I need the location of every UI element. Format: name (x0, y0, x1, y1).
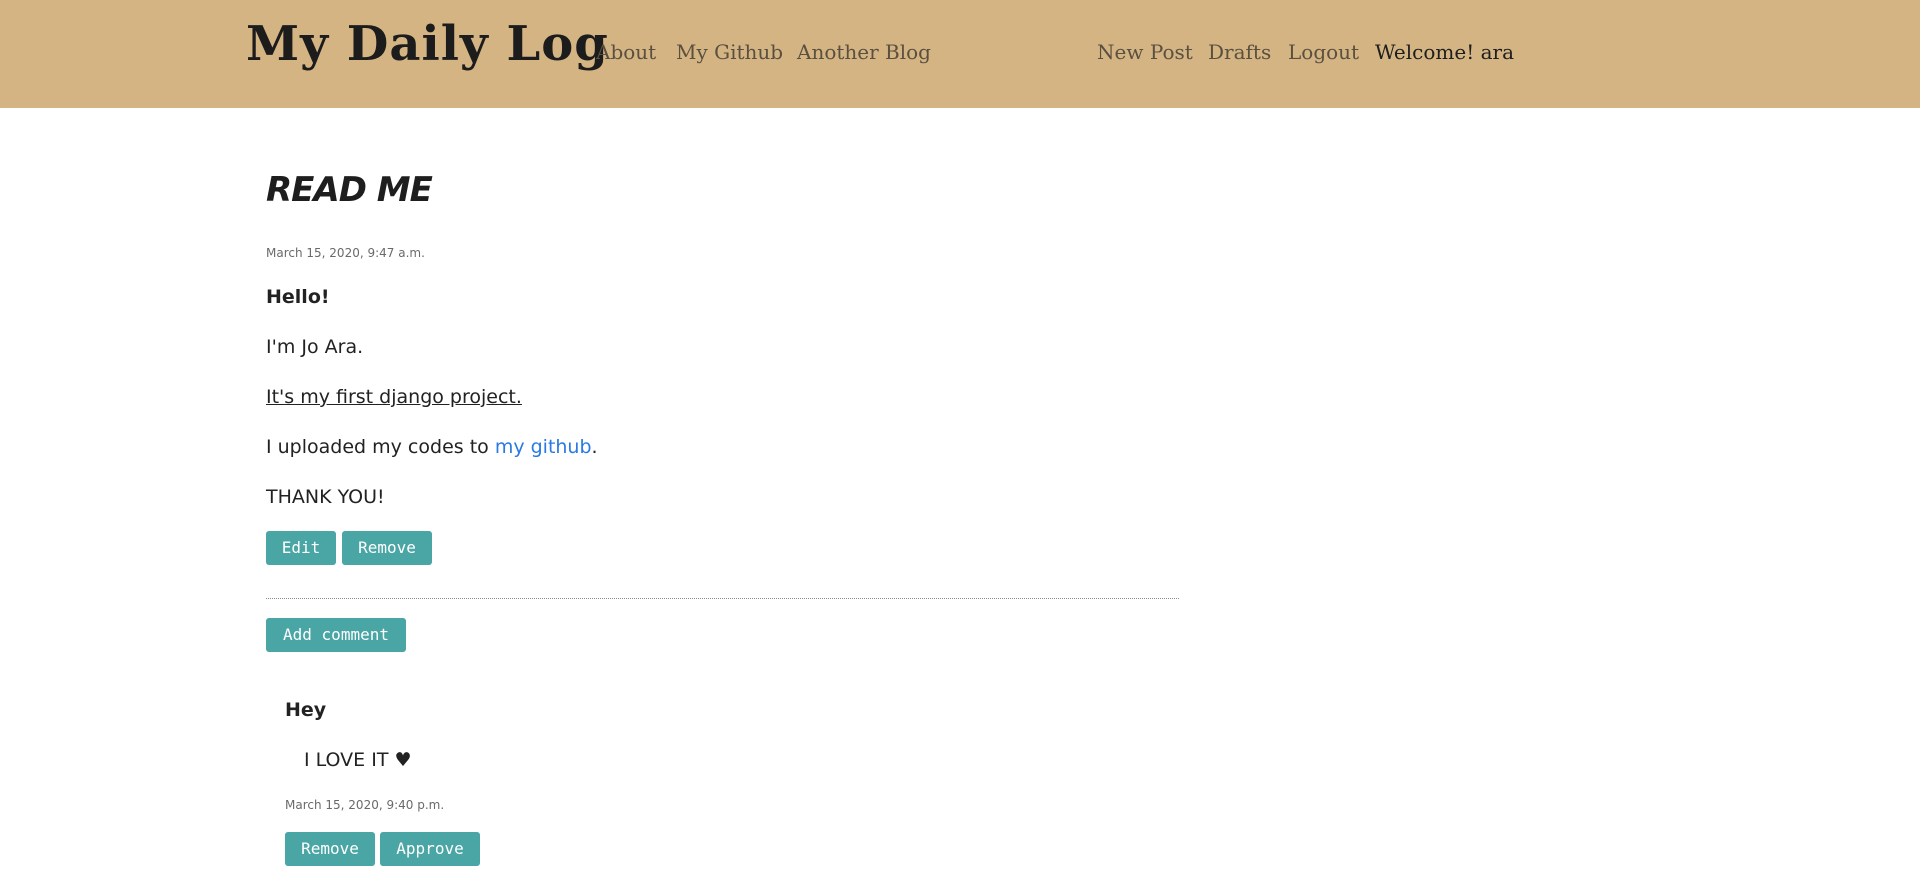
remove-post-button[interactable]: Remove (342, 531, 432, 565)
post-greeting: Hello! (266, 286, 330, 308)
welcome-user-text: Welcome! ara (1375, 40, 1515, 64)
remove-comment-button[interactable]: Remove (285, 832, 375, 866)
top-navbar: My Daily Log About My Github Another Blo… (0, 0, 1920, 108)
post-github-link[interactable]: my github (495, 436, 592, 458)
post-intro-line: I'm Jo Ara. (266, 336, 364, 358)
nav-logout-link[interactable]: Logout (1288, 40, 1359, 64)
comment-author: Hey (285, 699, 327, 721)
post-upload-prefix: I uploaded my codes to (266, 436, 495, 458)
post-divider (266, 598, 1179, 599)
nav-drafts-link[interactable]: Drafts (1208, 40, 1271, 64)
post-title: READ ME (266, 170, 433, 210)
nav-another-blog-link[interactable]: Another Blog (797, 40, 931, 64)
post-greeting-text: Hello! (266, 286, 330, 308)
edit-post-button[interactable]: Edit (266, 531, 336, 565)
nav-about-link[interactable]: About (596, 40, 656, 64)
comment-text: I LOVE IT ♥ (304, 749, 412, 771)
nav-new-post-link[interactable]: New Post (1097, 40, 1193, 64)
comment-date: March 15, 2020, 9:40 p.m. (285, 798, 445, 812)
add-comment-button[interactable]: Add comment (266, 618, 406, 652)
post-upload-suffix: . (591, 436, 598, 458)
site-brand-link[interactable]: My Daily Log (246, 16, 609, 72)
post-date: March 15, 2020, 9:47 a.m. (266, 246, 425, 260)
post-upload-line: I uploaded my codes to my github. (266, 436, 598, 458)
nav-github-link[interactable]: My Github (676, 40, 783, 64)
post-project-line: It's my first django project. (266, 386, 522, 408)
post-thanks-line: THANK YOU! (266, 486, 385, 508)
approve-comment-button[interactable]: Approve (380, 832, 480, 866)
